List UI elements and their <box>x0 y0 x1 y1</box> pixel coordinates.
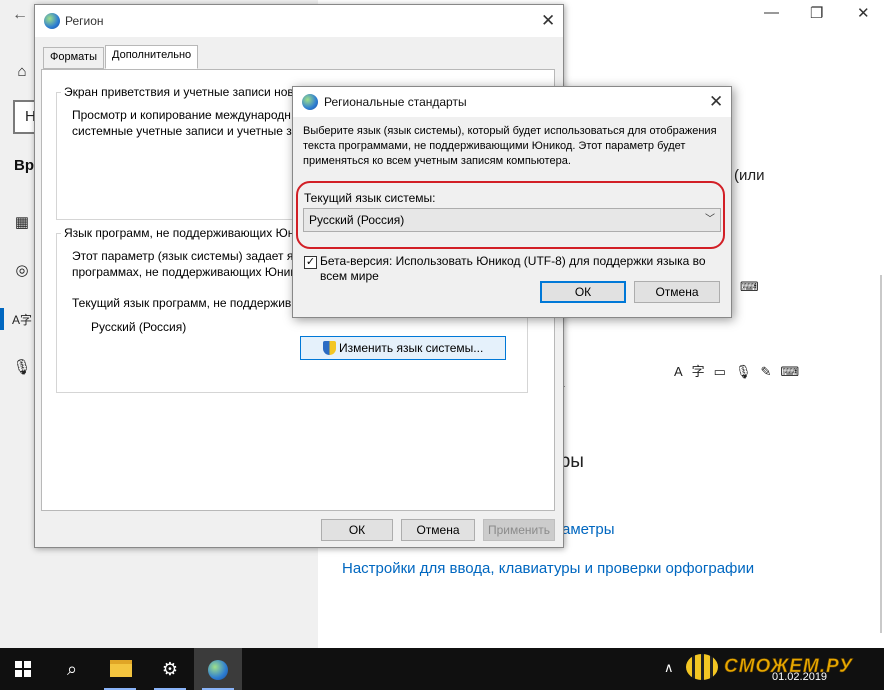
folder-icon <box>110 660 132 677</box>
restore-icon[interactable]: ❐ <box>810 4 823 22</box>
standards-globe-icon <box>302 94 318 110</box>
change-system-locale-button[interactable]: Изменить язык системы... <box>300 336 506 360</box>
ok-button[interactable]: ОК <box>321 519 393 541</box>
close-icon[interactable]: ✕ <box>857 4 870 22</box>
group-text: системные учетные записи и учетные за <box>72 124 299 138</box>
current-language-value: Русский (Россия) <box>91 320 187 334</box>
gear-icon[interactable]: ⚙ <box>146 648 194 690</box>
region-globe-icon <box>44 13 60 29</box>
region-titlebar[interactable]: Регион ✕ <box>35 5 563 37</box>
apply-button[interactable]: Применить <box>483 519 555 541</box>
utf8-beta-checkbox[interactable]: ✓ <box>304 256 317 269</box>
calendar-clock-icon[interactable]: ▦ <box>12 213 32 233</box>
globe-icon[interactable]: ◎ <box>12 261 32 281</box>
standards-description: Выберите язык (язык системы), который бу… <box>303 125 717 167</box>
clock-date[interactable]: 01.02.2019 <box>772 671 827 683</box>
system-language-select[interactable]: Русский (Россия) ﹀ <box>303 208 721 232</box>
group-text: Этот параметр (язык системы) задает язь <box>72 249 306 263</box>
group-text: Просмотр и копирование международн <box>72 108 291 122</box>
region-title: Регион <box>65 14 104 28</box>
windows-logo-icon <box>15 661 31 677</box>
scrollbar[interactable] <box>880 275 882 633</box>
region-taskbar-icon[interactable] <box>194 648 242 690</box>
chevron-up-icon[interactable]: ∧ <box>664 660 674 676</box>
uac-shield-icon <box>323 341 336 355</box>
language-icon[interactable]: A字 <box>12 310 32 330</box>
group-text: Текущий язык программ, не поддержив <box>72 296 292 310</box>
regional-standards-dialog: Региональные стандарты ✕ Выберите язык (… <box>292 86 732 318</box>
button-label: Изменить язык системы... <box>339 341 484 355</box>
cancel-button[interactable]: Отмена <box>401 519 475 541</box>
globe-clock-icon <box>208 660 228 680</box>
group-title: Язык программ, не поддерживающих Юн <box>61 226 298 240</box>
home-icon[interactable]: ⌂ <box>12 62 32 82</box>
group-text: программах, не поддерживающих Юник <box>72 265 296 279</box>
standards-titlebar[interactable]: Региональные стандарты ✕ <box>293 87 731 117</box>
standards-title: Региональные стандарты <box>324 95 467 109</box>
back-arrow-icon[interactable]: ← <box>12 6 28 24</box>
system-language-label: Текущий язык системы: <box>304 191 436 205</box>
fragment-text: (или <box>734 167 765 184</box>
tab-formats[interactable]: Форматы <box>43 47 104 69</box>
region-close-icon[interactable]: ✕ <box>541 11 555 31</box>
language-feature-icons-2: A字▭🎙✎⌨ <box>674 364 809 379</box>
input-settings-link[interactable]: Настройки для ввода, клавиатуры и провер… <box>342 560 754 577</box>
selected-indicator <box>0 308 4 330</box>
minimize-icon[interactable]: — <box>764 4 779 21</box>
standards-close-icon[interactable]: ✕ <box>709 92 723 112</box>
utf8-beta-label[interactable]: Бета-версия: Использовать Юникод (UTF-8)… <box>320 254 725 284</box>
chevron-down-icon: ﹀ <box>705 214 715 225</box>
select-value: Русский (Россия) <box>309 213 405 227</box>
microphone-icon[interactable]: 🎙 <box>12 358 32 378</box>
start-button[interactable] <box>0 648 48 690</box>
cancel-button[interactable]: Отмена <box>634 281 720 303</box>
tab-advanced[interactable]: Дополнительно <box>105 45 199 69</box>
group-title: Экран приветствия и учетные записи нов <box>61 85 297 99</box>
bee-icon <box>686 654 718 680</box>
ok-button[interactable]: ОК <box>540 281 626 303</box>
params-link[interactable]: аметры <box>562 521 615 538</box>
search-icon[interactable]: ⌕ <box>48 648 96 690</box>
